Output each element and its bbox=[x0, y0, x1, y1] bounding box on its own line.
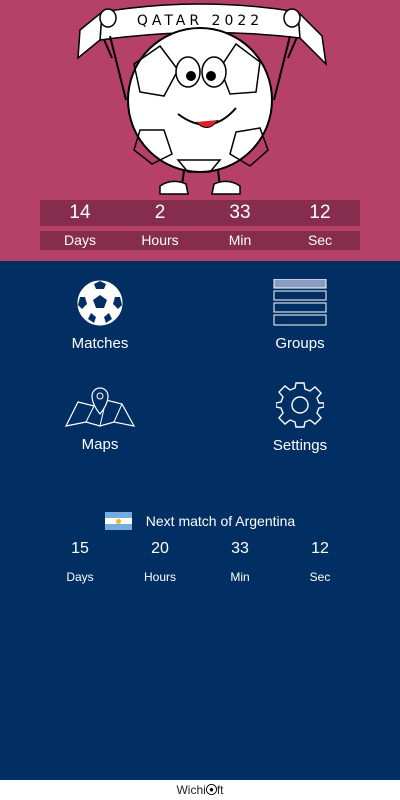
gear-icon bbox=[276, 382, 324, 428]
next-match-labels-row: Days Hours Min Sec bbox=[40, 568, 360, 586]
mascot-ball-illustration: QATAR 2022 bbox=[77, 3, 328, 195]
settings-label: Settings bbox=[272, 437, 328, 454]
countdown-min-value: 33 bbox=[229, 202, 251, 223]
countdown-days-label: Days bbox=[64, 232, 96, 248]
next-match-values-row: 15 20 33 12 bbox=[40, 538, 360, 560]
footer-brand: Wichi ft bbox=[0, 780, 400, 800]
next-match-days-value: 15 bbox=[71, 540, 89, 557]
countdown-sec-label: Sec bbox=[307, 232, 333, 248]
brand-prefix: Wichi bbox=[176, 783, 206, 797]
next-match-hours-label: Hours bbox=[143, 570, 176, 584]
matches-label: Matches bbox=[71, 335, 129, 352]
countdown-labels-row: Days Hours Min Sec bbox=[40, 231, 360, 250]
next-match-min-label: Min bbox=[230, 570, 250, 584]
soccer-ball-icon bbox=[205, 784, 217, 795]
matches-button[interactable]: Matches bbox=[25, 279, 175, 352]
maps-button[interactable]: Maps bbox=[25, 386, 175, 453]
countdown-hours-label: Hours bbox=[141, 232, 179, 248]
next-match-hours-value: 20 bbox=[151, 540, 169, 557]
countdown-min-label: Min bbox=[228, 232, 252, 248]
argentina-flag-icon bbox=[104, 512, 132, 530]
countdown-hours-value: 2 bbox=[154, 202, 166, 223]
next-match-title: Next match of Argentina bbox=[145, 513, 296, 529]
countdown-days-value: 14 bbox=[69, 202, 91, 223]
countdown-values-row: 14 2 33 12 bbox=[40, 200, 360, 226]
groups-list-icon bbox=[273, 279, 327, 326]
soccer-ball-icon bbox=[77, 280, 123, 326]
header: QATAR 2022 14 2 33 12 Days Hours Min Sec bbox=[0, 0, 400, 261]
settings-button[interactable]: Settings bbox=[225, 381, 375, 454]
next-match-sec-label: Sec bbox=[309, 570, 331, 584]
map-pin-icon bbox=[64, 387, 136, 427]
groups-label: Groups bbox=[275, 335, 325, 352]
banner-text: QATAR 2022 bbox=[137, 13, 263, 29]
next-match-sec-value: 12 bbox=[311, 540, 329, 557]
countdown-sec-value: 12 bbox=[309, 202, 331, 223]
next-match-min-value: 33 bbox=[231, 540, 249, 557]
next-match-section: Next match of Argentina bbox=[0, 511, 400, 531]
brand-suffix: ft bbox=[216, 783, 224, 797]
maps-label: Maps bbox=[81, 436, 119, 453]
groups-button[interactable]: Groups bbox=[225, 279, 375, 352]
next-match-days-label: Days bbox=[66, 570, 94, 584]
